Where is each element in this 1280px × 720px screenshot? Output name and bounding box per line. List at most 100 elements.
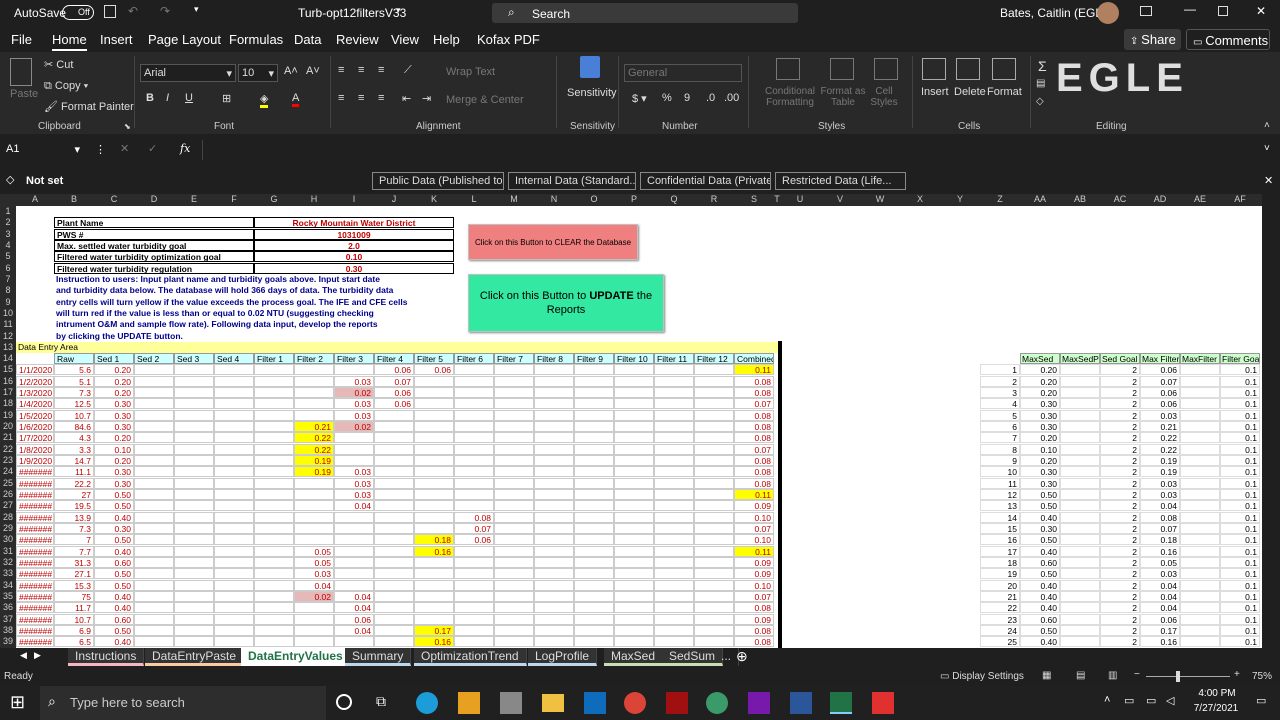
data-cell[interactable]	[254, 443, 294, 455]
data-cell[interactable]: 0.06	[374, 387, 414, 399]
date-cell[interactable]: 1/8/2020	[16, 443, 54, 455]
row-header[interactable]: 27	[0, 500, 16, 510]
column-header[interactable]: W	[860, 194, 900, 204]
data-cell[interactable]	[134, 624, 174, 636]
summary-cell[interactable]	[1060, 534, 1100, 546]
data-cell[interactable]: 6.5	[54, 636, 94, 648]
tab-page-layout[interactable]: Page Layout	[148, 32, 221, 47]
data-cell[interactable]	[454, 455, 494, 467]
data-cell[interactable]	[534, 590, 574, 602]
summary-cell[interactable]: 0.07	[1140, 375, 1180, 387]
summary-cell[interactable]	[1180, 443, 1220, 455]
data-cell[interactable]: 0.09	[734, 613, 774, 625]
data-cell[interactable]: 0.50	[94, 500, 134, 512]
tab-view[interactable]: View	[391, 32, 419, 47]
number-format-select[interactable]: General	[624, 64, 742, 82]
data-cell[interactable]	[134, 613, 174, 625]
data-cell[interactable]	[654, 545, 694, 557]
data-cell[interactable]	[174, 364, 214, 376]
data-cell[interactable]	[334, 511, 374, 523]
row-header[interactable]: 16	[0, 376, 16, 386]
zoom-slider[interactable]	[1146, 676, 1230, 677]
data-cell[interactable]	[534, 443, 574, 455]
data-cell[interactable]	[534, 500, 574, 512]
clear-icon[interactable]: ◇	[1036, 96, 1044, 107]
summary-cell[interactable]: 0.40	[1020, 579, 1060, 591]
data-cell[interactable]: 27.1	[54, 568, 94, 580]
summary-cell[interactable]: 0.40	[1020, 511, 1060, 523]
summary-cell[interactable]: 0.1	[1220, 466, 1260, 478]
data-cell[interactable]: 5.1	[54, 375, 94, 387]
data-cell[interactable]: 0.03	[334, 375, 374, 387]
data-cell[interactable]	[254, 421, 294, 433]
data-cell[interactable]	[414, 477, 454, 489]
data-cell[interactable]: 0.08	[454, 511, 494, 523]
data-cell[interactable]	[654, 409, 694, 421]
taskbar-search[interactable]: ⌕ Type here to search	[40, 686, 326, 720]
data-cell[interactable]: 15.3	[54, 579, 94, 591]
data-cell[interactable]: 10.7	[54, 613, 94, 625]
data-cell[interactable]: 0.09	[734, 568, 774, 580]
data-cell[interactable]	[694, 556, 734, 568]
index-cell[interactable]: 16	[980, 534, 1020, 546]
data-cell[interactable]: 0.08	[734, 432, 774, 444]
data-cell[interactable]: 0.10	[734, 579, 774, 591]
sheet-tab[interactable]: Instructions	[68, 648, 145, 666]
data-cell[interactable]	[294, 511, 334, 523]
row-header[interactable]: 36	[0, 602, 16, 612]
data-cell[interactable]	[374, 590, 414, 602]
data-cell[interactable]	[494, 421, 534, 433]
data-cell[interactable]	[614, 556, 654, 568]
data-cell[interactable]: 0.30	[94, 466, 134, 478]
data-cell[interactable]: 0.08	[734, 455, 774, 467]
summary-cell[interactable]: 0.06	[1140, 387, 1180, 399]
data-cell[interactable]: 0.06	[374, 364, 414, 376]
data-cell[interactable]: 0.07	[454, 522, 494, 534]
data-cell[interactable]	[174, 522, 214, 534]
merge-center-button[interactable]: Merge & Center	[446, 94, 524, 106]
column-header[interactable]: S	[734, 194, 774, 204]
data-cell[interactable]	[374, 466, 414, 478]
summary-cell[interactable]	[1180, 602, 1220, 614]
data-cell[interactable]	[134, 500, 174, 512]
date-cell[interactable]: 1/6/2020	[16, 421, 54, 433]
date-cell[interactable]: 1/5/2020	[16, 409, 54, 421]
data-cell[interactable]	[654, 432, 694, 444]
summary-cell[interactable]: 0.22	[1140, 432, 1180, 444]
autosave-toggle[interactable]: Off	[62, 5, 94, 20]
data-cell[interactable]	[414, 455, 454, 467]
data-cell[interactable]	[414, 489, 454, 500]
data-cell[interactable]	[534, 602, 574, 614]
data-cell[interactable]	[494, 556, 534, 568]
row-header[interactable]: 31	[0, 546, 16, 556]
data-cell[interactable]	[654, 455, 694, 467]
summary-cell[interactable]: 0.1	[1220, 500, 1260, 512]
data-cell[interactable]	[494, 511, 534, 523]
data-cell[interactable]	[334, 455, 374, 467]
data-cell[interactable]	[494, 489, 534, 500]
data-cell[interactable]	[654, 624, 694, 636]
data-cell[interactable]: 0.09	[734, 500, 774, 512]
summary-cell[interactable]: 2	[1100, 500, 1140, 512]
row-header[interactable]: 22	[0, 444, 16, 454]
summary-cell[interactable]: 2	[1100, 489, 1140, 500]
sensitivity-button[interactable]: Sensitivity	[567, 87, 617, 99]
format-cells-button[interactable]: Format	[987, 86, 1022, 98]
data-cell[interactable]: 0.03	[294, 568, 334, 580]
data-cell[interactable]	[494, 409, 534, 421]
data-cell[interactable]	[214, 534, 254, 546]
data-cell[interactable]	[614, 534, 654, 546]
summary-cell[interactable]: 0.1	[1220, 421, 1260, 433]
data-cell[interactable]	[214, 387, 254, 399]
date-cell[interactable]: #######	[16, 613, 54, 625]
increase-decimal-icon[interactable]: .0	[706, 92, 715, 104]
summary-cell[interactable]	[1180, 387, 1220, 399]
data-cell[interactable]	[654, 421, 694, 433]
underline-icon[interactable]: U	[185, 92, 193, 104]
data-cell[interactable]	[654, 387, 694, 399]
data-cell[interactable]	[294, 398, 334, 410]
index-cell[interactable]: 8	[980, 443, 1020, 455]
data-cell[interactable]	[134, 568, 174, 580]
summary-cell[interactable]: 0.03	[1140, 568, 1180, 580]
summary-cell[interactable]	[1180, 398, 1220, 410]
